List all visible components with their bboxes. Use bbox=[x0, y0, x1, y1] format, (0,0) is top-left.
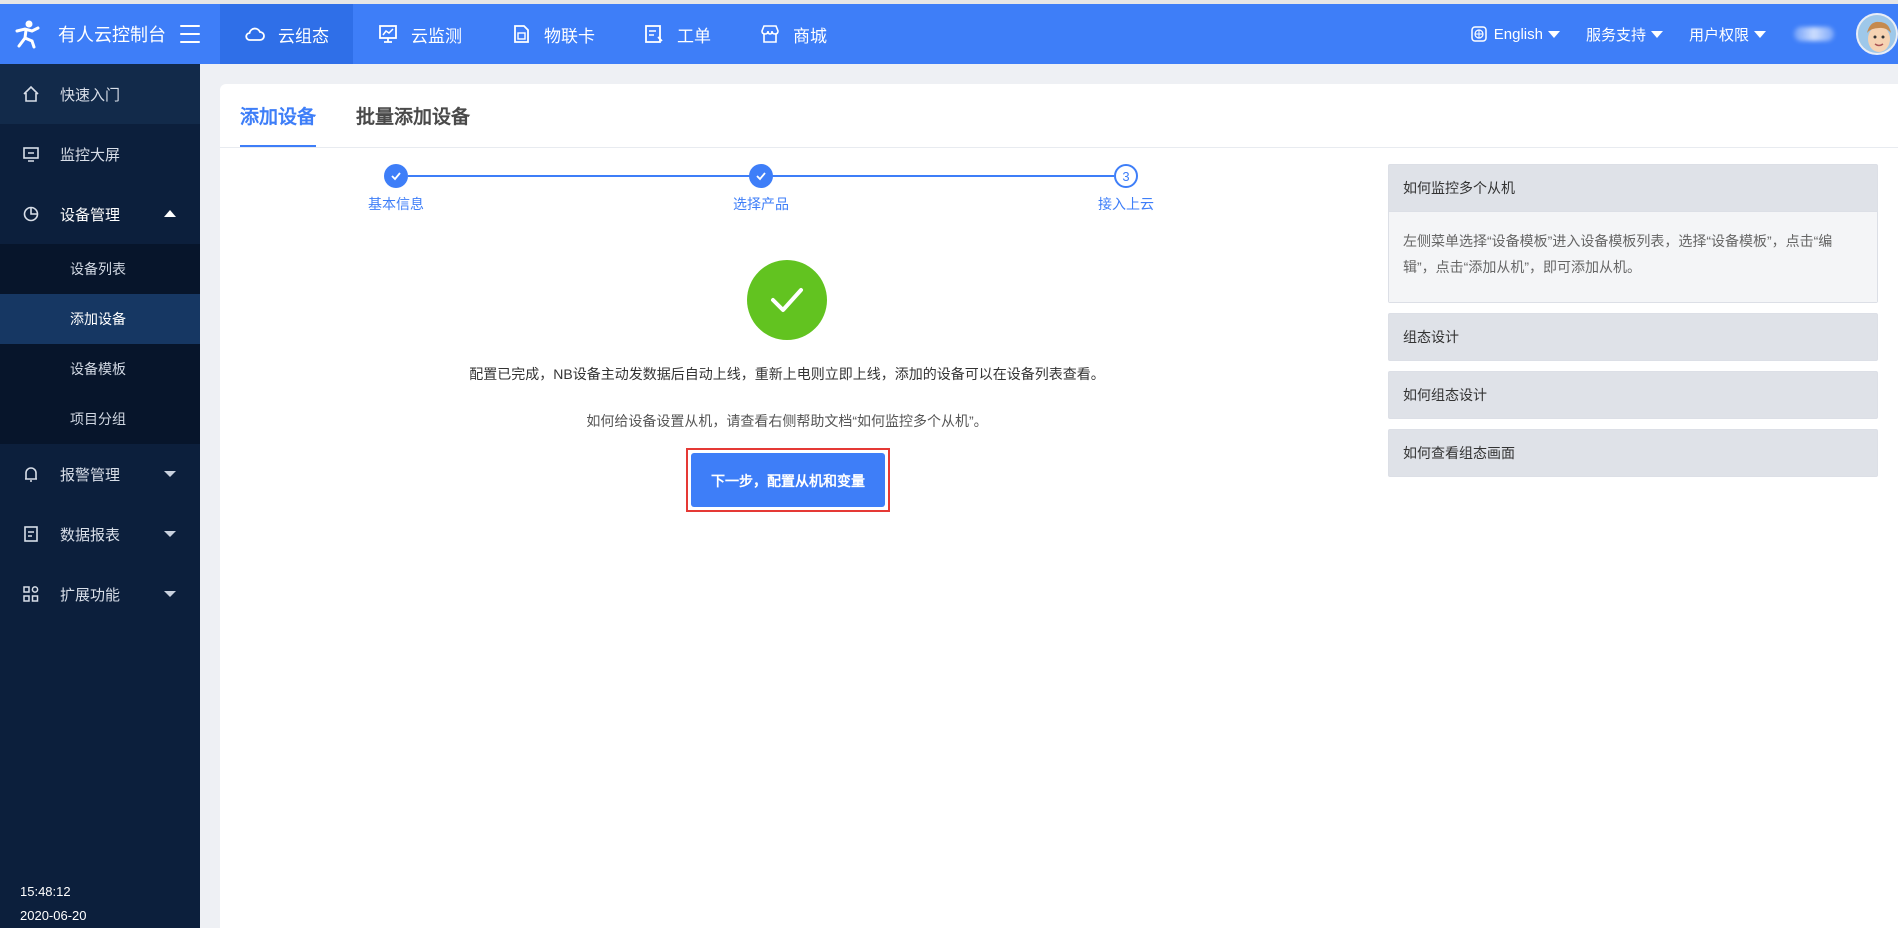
sidebar-item-label: 扩展功能 bbox=[60, 586, 121, 604]
device-submenu: 设备列表 添加设备 设备模板 项目分组 bbox=[0, 244, 200, 444]
step-number: 3 bbox=[1114, 164, 1138, 188]
sidebar-item-monitor-screen[interactable]: 监控大屏 bbox=[0, 124, 200, 184]
pie-chart-icon bbox=[22, 205, 40, 223]
hamburger-menu-icon[interactable] bbox=[180, 25, 200, 43]
nav-tab-label: 工单 bbox=[677, 26, 711, 46]
avatar[interactable] bbox=[1856, 13, 1898, 55]
user-permission-menu[interactable]: 用户权限 bbox=[1689, 24, 1766, 45]
slave-setup-hint: 如何给设备设置从机，请查看右侧帮助文档“如何监控多个从机”。 bbox=[586, 413, 988, 429]
home-icon bbox=[22, 85, 40, 103]
apps-icon bbox=[22, 585, 40, 603]
nav-tab-iot-card[interactable]: 物联卡 bbox=[486, 4, 619, 64]
screen-icon bbox=[22, 145, 40, 163]
nav-tab-label: 云监测 bbox=[411, 26, 462, 46]
next-configure-slave-button[interactable]: 下一步，配置从机和变量 bbox=[691, 453, 885, 507]
step-select-product: 选择产品 bbox=[701, 164, 821, 214]
sidebar-subitem-project-group[interactable]: 项目分组 bbox=[0, 394, 200, 444]
help-item-title[interactable]: 如何查看组态画面 bbox=[1389, 430, 1877, 476]
step-label: 接入上云 bbox=[1098, 196, 1154, 212]
page-tabs: 添加设备 批量添加设备 bbox=[220, 84, 1898, 148]
top-right-tools: English 服务支持 用户权限 bbox=[1444, 4, 1898, 64]
service-support-label: 服务支持 bbox=[1585, 26, 1646, 44]
main-card: 添加设备 批量添加设备 基本信息 选择产品 3 接入上云 配置已完成，NB设备主… bbox=[220, 84, 1898, 928]
sidebar-item-quick-start[interactable]: 快速入门 bbox=[0, 64, 200, 124]
help-item-scada-design: 组态设计 bbox=[1388, 313, 1878, 361]
username-redacted[interactable] bbox=[1794, 27, 1834, 41]
sidebar-clock: 15:48:12 2020-06-20 bbox=[20, 880, 87, 928]
caret-down-icon bbox=[164, 591, 176, 597]
help-item-body: 左侧菜单选择“设备模板”进入设备模板列表，选择“设备模板”，点击“编辑”，点击“… bbox=[1389, 211, 1877, 302]
step-cloud-access: 3 接入上云 bbox=[1066, 164, 1186, 214]
sidebar-item-label: 报警管理 bbox=[60, 466, 121, 484]
nav-tab-label: 云组态 bbox=[278, 26, 329, 46]
sidebar-item-alarm-management[interactable]: 报警管理 bbox=[0, 444, 200, 504]
nav-tab-store[interactable]: 商城 bbox=[735, 4, 851, 64]
user-permission-label: 用户权限 bbox=[1688, 26, 1749, 44]
report-icon bbox=[22, 525, 40, 543]
bell-icon bbox=[22, 465, 40, 483]
sidebar-subitem-add-device[interactable]: 添加设备 bbox=[0, 294, 200, 344]
globe-icon bbox=[1470, 25, 1488, 43]
sim-card-icon bbox=[510, 23, 532, 45]
help-item-title[interactable]: 如何监控多个从机 bbox=[1389, 165, 1877, 211]
sidebar-item-device-management[interactable]: 设备管理 bbox=[0, 184, 200, 244]
nav-tab-label: 商城 bbox=[793, 26, 827, 46]
step-label: 基本信息 bbox=[368, 196, 424, 212]
caret-down-icon bbox=[1754, 30, 1766, 38]
next-button-label: 下一步，配置从机和变量 bbox=[711, 473, 865, 489]
brand-title: 有人云控制台 bbox=[58, 25, 166, 45]
check-icon bbox=[384, 164, 408, 188]
nav-tab-cloud-scada[interactable]: 云组态 bbox=[220, 4, 353, 64]
help-item-view-scada-screen: 如何查看组态画面 bbox=[1388, 429, 1878, 477]
help-panel: 如何监控多个从机 左侧菜单选择“设备模板”进入设备模板列表，选择“设备模板”，点… bbox=[1388, 164, 1878, 487]
caret-down-icon bbox=[164, 531, 176, 537]
clock-date: 2020-06-20 bbox=[20, 908, 87, 923]
sidebar-item-label: 监控大屏 bbox=[60, 146, 121, 164]
nav-tab-label: 物联卡 bbox=[544, 26, 595, 46]
ticket-icon bbox=[643, 23, 665, 45]
tab-add-device[interactable]: 添加设备 bbox=[240, 102, 317, 147]
tab-batch-add-device[interactable]: 批量添加设备 bbox=[356, 102, 470, 147]
cloud-icon bbox=[244, 23, 266, 45]
caret-down-icon bbox=[1547, 30, 1560, 38]
success-check-icon bbox=[747, 260, 827, 340]
sidebar: 快速入门 监控大屏 设备管理 设备列表 添加设备 设备模板 项目分组 报警管理 … bbox=[0, 64, 200, 928]
help-item-title[interactable]: 组态设计 bbox=[1389, 314, 1877, 360]
monitor-chart-icon bbox=[377, 23, 399, 45]
highlight-box: 下一步，配置从机和变量 bbox=[686, 448, 890, 512]
store-icon bbox=[759, 23, 781, 45]
check-icon bbox=[749, 164, 773, 188]
sidebar-subitem-device-list[interactable]: 设备列表 bbox=[0, 244, 200, 294]
help-item-monitor-slaves: 如何监控多个从机 左侧菜单选择“设备模板”进入设备模板列表，选择“设备模板”，点… bbox=[1388, 164, 1878, 303]
nav-tab-cloud-monitor[interactable]: 云监测 bbox=[353, 4, 486, 64]
top-nav-tabs: 云组态 云监测 物联卡 工单 商城 bbox=[220, 4, 851, 64]
step-basic-info: 基本信息 bbox=[336, 164, 456, 214]
sidebar-item-label: 快速入门 bbox=[60, 86, 121, 104]
caret-up-icon bbox=[164, 210, 176, 217]
help-item-how-scada-design: 如何组态设计 bbox=[1388, 371, 1878, 419]
sidebar-item-label: 数据报表 bbox=[60, 526, 121, 544]
language-switch[interactable]: English bbox=[1470, 25, 1560, 43]
sidebar-item-extensions[interactable]: 扩展功能 bbox=[0, 564, 200, 624]
nav-tab-ticket[interactable]: 工单 bbox=[619, 4, 735, 64]
sidebar-subitem-device-template[interactable]: 设备模板 bbox=[0, 344, 200, 394]
caret-down-icon bbox=[164, 471, 176, 477]
completion-message: 配置已完成，NB设备主动发数据后自动上线，重新上电则立即上线，添加的设备可以在设… bbox=[469, 366, 1105, 382]
caret-down-icon bbox=[1650, 30, 1663, 38]
sidebar-item-data-report[interactable]: 数据报表 bbox=[0, 504, 200, 564]
language-label: English bbox=[1493, 25, 1543, 43]
step-label: 选择产品 bbox=[733, 196, 789, 212]
help-item-title[interactable]: 如何组态设计 bbox=[1389, 372, 1877, 418]
service-support-menu[interactable]: 服务支持 bbox=[1586, 24, 1663, 45]
progress-steps: 基本信息 选择产品 3 接入上云 bbox=[368, 164, 1154, 234]
top-navbar: 有人云控制台 云组态 云监测 物联卡 工单 商城 English 服务支持 用户… bbox=[0, 0, 1898, 64]
clock-time: 15:48:12 bbox=[20, 884, 71, 899]
brand: 有人云控制台 bbox=[0, 4, 200, 64]
sidebar-item-label: 设备管理 bbox=[60, 206, 121, 224]
runner-logo-icon bbox=[12, 19, 42, 49]
